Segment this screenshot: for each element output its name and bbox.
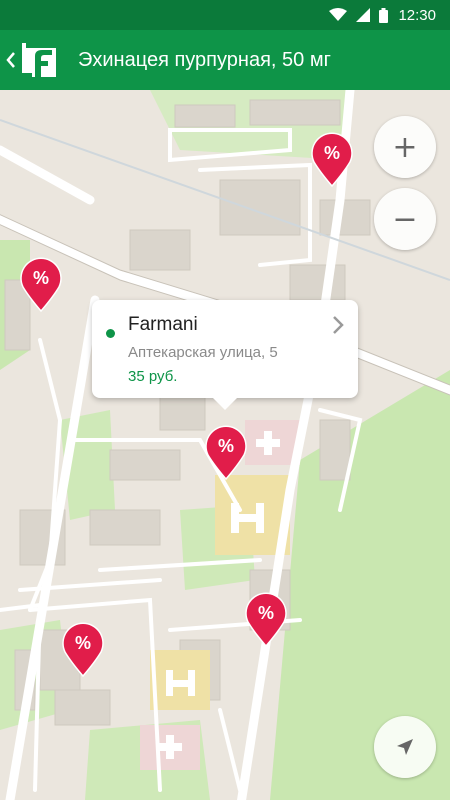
battery-icon xyxy=(379,7,389,23)
minus-icon: − xyxy=(392,201,418,237)
svg-text:%: % xyxy=(33,268,49,288)
navigation-arrow-icon xyxy=(397,739,413,755)
app-logo[interactable] xyxy=(22,43,56,77)
callout-tail xyxy=(212,397,238,410)
open-status-dot xyxy=(106,329,115,338)
zoom-in-button[interactable]: + xyxy=(374,116,436,178)
zoom-out-button[interactable]: − xyxy=(374,188,436,250)
pharmacy-pin[interactable]: % xyxy=(242,590,290,648)
pharmacy-pin[interactable]: % xyxy=(308,130,356,188)
status-bar: 12:30 xyxy=(0,0,450,30)
pharmacy-name: Farmani xyxy=(128,314,198,335)
page-title: Эхинацея пурпурная, 50 мг xyxy=(78,48,331,71)
map-view[interactable]: % % % % % Farmani Аптекарская улица, 5 3… xyxy=(0,90,450,800)
wifi-icon xyxy=(329,8,348,22)
pharmacy-callout[interactable]: Farmani Аптекарская улица, 5 35 руб. xyxy=(92,300,358,410)
pharmacy-pin[interactable]: % xyxy=(202,423,250,481)
signal-icon xyxy=(356,8,371,22)
svg-text:%: % xyxy=(75,633,91,653)
chevron-left-icon xyxy=(6,52,15,68)
my-location-button[interactable] xyxy=(374,716,436,778)
svg-text:%: % xyxy=(218,436,234,456)
pharmacy-address: Аптекарская улица, 5 xyxy=(128,344,278,361)
status-time: 12:30 xyxy=(398,6,436,24)
pharmacy-price: 35 руб. xyxy=(128,368,178,385)
chevron-right-icon[interactable] xyxy=(330,314,346,336)
svg-text:%: % xyxy=(324,143,340,163)
svg-text:%: % xyxy=(258,603,274,623)
pharmacy-pin[interactable]: % xyxy=(59,620,107,678)
plus-icon: + xyxy=(392,129,418,165)
back-button[interactable] xyxy=(2,30,20,90)
pharmacy-pin[interactable]: % xyxy=(17,255,65,313)
app-bar: Эхинацея пурпурная, 50 мг xyxy=(0,30,450,90)
